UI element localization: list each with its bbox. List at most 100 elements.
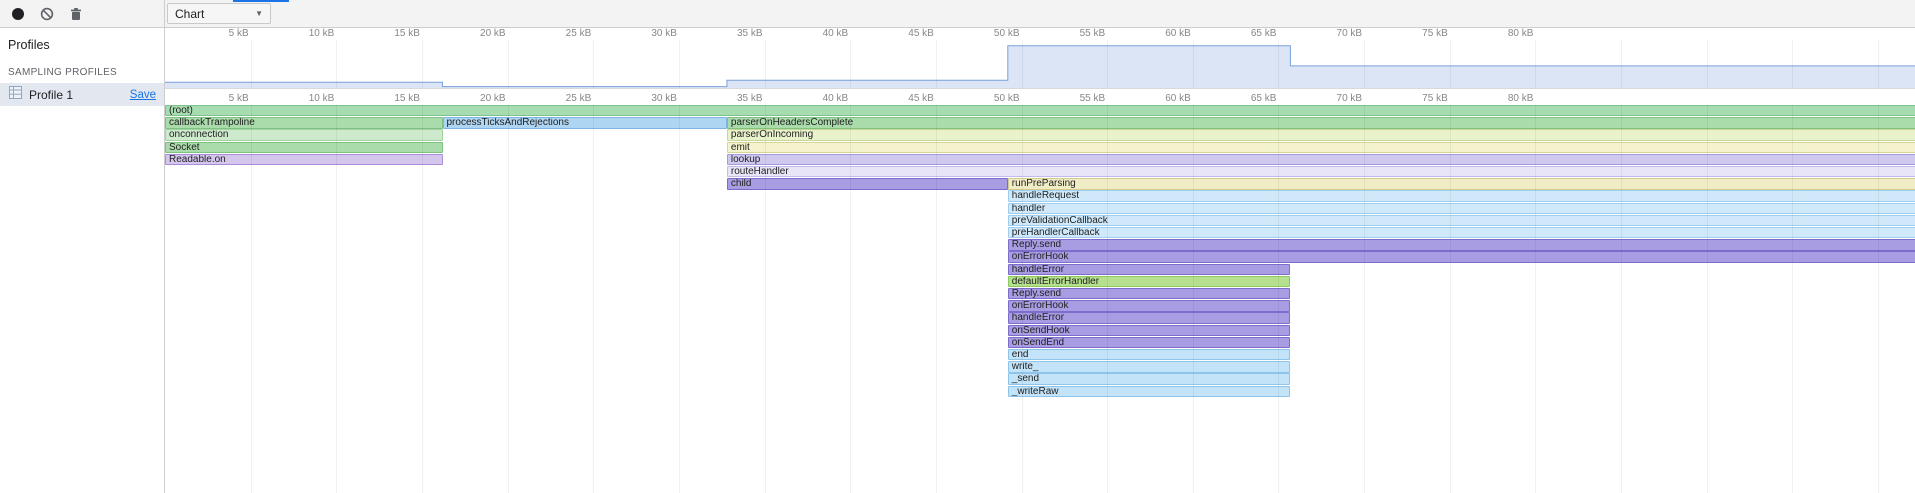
ruler-tick-label: 40 kB bbox=[788, 93, 848, 104]
flame-bar-label: onErrorHook bbox=[1009, 301, 1290, 311]
flame-bar-label: defaultErrorHandler bbox=[1009, 277, 1290, 287]
ruler-tick-label: 35 kB bbox=[703, 28, 763, 39]
profile-item[interactable]: Profile 1 Save bbox=[0, 83, 164, 106]
ruler-tick-label: 25 kB bbox=[531, 28, 591, 39]
flamechart[interactable]: (root) callbackTrampolineprocessTicksAndR… bbox=[165, 105, 1915, 493]
chevron-down-icon: ▼ bbox=[255, 9, 263, 18]
ruler-tick-label: 45 kB bbox=[874, 93, 934, 104]
flame-bar-onerrorhook[interactable]: onErrorHook bbox=[1008, 300, 1291, 311]
flamechart-ruler: 5 kB10 kB15 kB20 kB25 kB30 kB35 kB40 kB4… bbox=[165, 88, 1915, 105]
flame-bar-onconnection[interactable]: onconnection bbox=[165, 129, 443, 140]
flame-bar-handleerror[interactable]: handleError bbox=[1008, 264, 1291, 275]
flame-bar-onsendhook[interactable]: onSendHook bbox=[1008, 325, 1291, 336]
flame-bar-label: handleError bbox=[1009, 265, 1290, 275]
gridline bbox=[593, 105, 594, 493]
ruler-tick-label: 10 kB bbox=[274, 28, 334, 39]
ruler-tick-label: 55 kB bbox=[1045, 93, 1105, 104]
ruler-tick-label: 20 kB bbox=[446, 28, 506, 39]
flame-bar-label: _send bbox=[1009, 374, 1290, 384]
flame-bar-write[interactable]: write_ bbox=[1008, 361, 1291, 372]
profiler-toolbar: Chart ▼ bbox=[0, 0, 1915, 28]
flame-bar-label: runPreParsing bbox=[1009, 179, 1915, 189]
flame-bar-label: preValidationCallback bbox=[1009, 216, 1915, 226]
ruler-tick-label: 5 kB bbox=[189, 93, 249, 104]
flamechart-main: 5 kB10 kB15 kB20 kB25 kB30 kB35 kB40 kB4… bbox=[165, 28, 1915, 493]
sampling-profiles-section-label: SAMPLING PROFILES bbox=[0, 58, 164, 83]
overview-area-chart bbox=[165, 40, 1915, 88]
flame-bar-onerrorhook[interactable]: onErrorHook bbox=[1008, 251, 1915, 262]
flame-bar-parseronincoming[interactable]: parserOnIncoming bbox=[727, 129, 1915, 140]
flame-bar-root[interactable]: (root) bbox=[165, 105, 1915, 116]
flame-bar-label: handleError bbox=[1009, 313, 1290, 323]
view-mode-value: Chart bbox=[175, 7, 204, 21]
flame-bar-send[interactable]: _send bbox=[1008, 373, 1291, 384]
flame-bar-label: parserOnIncoming bbox=[728, 130, 1915, 140]
flame-bar-label: processTicksAndRejections bbox=[444, 118, 726, 128]
gridline bbox=[679, 105, 680, 493]
flame-bar-writeraw[interactable]: _writeRaw bbox=[1008, 386, 1291, 397]
flame-bar-prevalidationcallback[interactable]: preValidationCallback bbox=[1008, 215, 1915, 226]
flame-bar-handlerequest[interactable]: handleRequest bbox=[1008, 190, 1915, 201]
overview-ruler: 5 kB10 kB15 kB20 kB25 kB30 kB35 kB40 kB4… bbox=[165, 28, 1915, 40]
flame-bar-label: Reply.send bbox=[1009, 289, 1290, 299]
delete-profile-button[interactable] bbox=[63, 2, 89, 26]
flame-bar-label: routeHandler bbox=[728, 167, 1915, 177]
overview-pane[interactable] bbox=[165, 40, 1915, 88]
ruler-tick-label: 60 kB bbox=[1131, 93, 1191, 104]
ruler-tick-label: 75 kB bbox=[1388, 28, 1448, 39]
ruler-tick-label: 35 kB bbox=[703, 93, 763, 104]
flame-bar-processticksandrejections[interactable]: processTicksAndRejections bbox=[443, 117, 727, 128]
profiles-sidebar: Profiles SAMPLING PROFILES Profile 1 Sav… bbox=[0, 28, 165, 493]
memory-profiler-panel: Chart ▼ Profiles SAMPLING PROFILES Profi… bbox=[0, 0, 1915, 493]
flame-bar-readable-on[interactable]: Readable.on bbox=[165, 154, 443, 165]
flame-bar-label: write_ bbox=[1009, 362, 1290, 372]
ruler-tick-label: 30 kB bbox=[617, 28, 677, 39]
flame-bar-runpreparsing[interactable]: runPreParsing bbox=[1008, 178, 1915, 189]
flame-bar-handleerror[interactable]: handleError bbox=[1008, 312, 1291, 323]
flame-bar-label: (root) bbox=[166, 106, 1915, 116]
save-profile-link[interactable]: Save bbox=[130, 89, 156, 101]
flame-bar-reply-send[interactable]: Reply.send bbox=[1008, 239, 1915, 250]
ruler-tick-label: 5 kB bbox=[189, 28, 249, 39]
flame-bar-callbacktrampoline[interactable]: callbackTrampoline bbox=[165, 117, 443, 128]
flame-bar-onsendend[interactable]: onSendEnd bbox=[1008, 337, 1291, 348]
ruler-tick-label: 75 kB bbox=[1388, 93, 1448, 104]
active-tab-indicator bbox=[233, 0, 289, 2]
gridline bbox=[508, 105, 509, 493]
ruler-tick-label: 55 kB bbox=[1045, 28, 1105, 39]
ruler-tick-label: 40 kB bbox=[788, 28, 848, 39]
ruler-tick-label: 80 kB bbox=[1473, 28, 1533, 39]
ruler-tick-label: 80 kB bbox=[1473, 93, 1533, 104]
flame-bar-label: child bbox=[728, 179, 1007, 189]
flame-bar-label: onconnection bbox=[166, 130, 442, 140]
clear-profiles-button[interactable] bbox=[34, 2, 60, 26]
profile-icon bbox=[8, 85, 23, 105]
flame-bar-reply-send[interactable]: Reply.send bbox=[1008, 288, 1291, 299]
flame-bar-label: lookup bbox=[728, 155, 1915, 165]
flame-bar-emit[interactable]: emit bbox=[727, 142, 1915, 153]
clear-icon bbox=[40, 7, 54, 21]
ruler-tick-label: 25 kB bbox=[531, 93, 591, 104]
flame-bar-child[interactable]: child bbox=[727, 178, 1008, 189]
flame-bar-socket[interactable]: Socket bbox=[165, 142, 443, 153]
flame-bar-label: Reply.send bbox=[1009, 240, 1915, 250]
flame-bar-end[interactable]: end bbox=[1008, 349, 1291, 360]
flame-bar-defaulterrorhandler[interactable]: defaultErrorHandler bbox=[1008, 276, 1291, 287]
toolbar-left-group bbox=[0, 0, 165, 27]
record-icon bbox=[12, 8, 24, 20]
record-button[interactable] bbox=[5, 2, 31, 26]
flame-bar-label: end bbox=[1009, 350, 1290, 360]
flame-bar-prehandlercallback[interactable]: preHandlerCallback bbox=[1008, 227, 1915, 238]
flame-bar-parseronheaderscomplete[interactable]: parserOnHeadersComplete bbox=[727, 117, 1915, 128]
flame-bar-lookup[interactable]: lookup bbox=[727, 154, 1915, 165]
ruler-tick-label: 65 kB bbox=[1216, 28, 1276, 39]
flame-bar-label: preHandlerCallback bbox=[1009, 228, 1915, 238]
ruler-tick-label: 65 kB bbox=[1216, 93, 1276, 104]
flame-bar-label: onSendEnd bbox=[1009, 338, 1290, 348]
flame-bar-label: onSendHook bbox=[1009, 326, 1290, 336]
view-mode-select[interactable]: Chart ▼ bbox=[167, 3, 271, 24]
flame-bar-routehandler[interactable]: routeHandler bbox=[727, 166, 1915, 177]
flame-bar-handler[interactable]: handler bbox=[1008, 203, 1915, 214]
flame-bar-label: handleRequest bbox=[1009, 191, 1915, 201]
flame-bar-label: callbackTrampoline bbox=[166, 118, 442, 128]
